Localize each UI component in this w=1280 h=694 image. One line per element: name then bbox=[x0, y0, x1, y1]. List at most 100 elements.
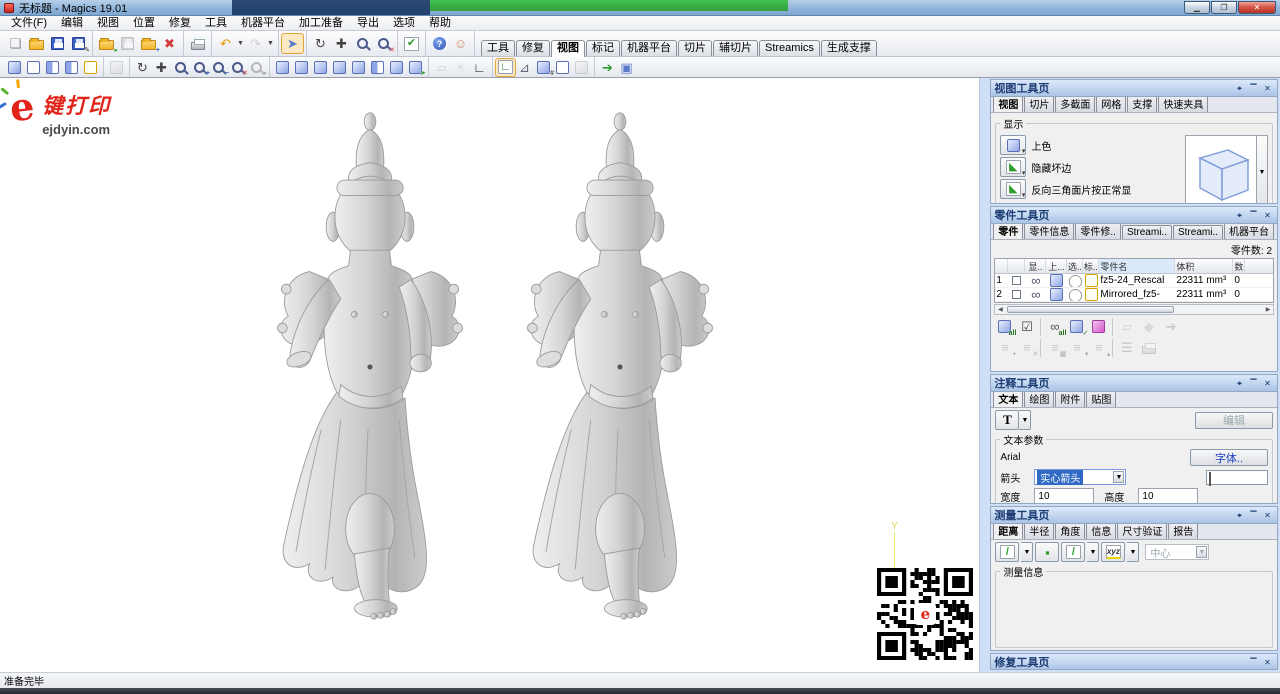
menu-帮助[interactable]: 帮助 bbox=[422, 16, 458, 30]
open-file-icon[interactable] bbox=[26, 34, 47, 53]
view-back-icon[interactable] bbox=[292, 59, 311, 76]
export-part-icon[interactable]: ➔ bbox=[1160, 317, 1181, 336]
maximize-button[interactable]: ❐ bbox=[1211, 1, 1237, 14]
statue-models[interactable] bbox=[0, 78, 980, 672]
measure-point-point-icon-dropdown[interactable]: ▼ bbox=[1021, 542, 1033, 562]
measure-tab-信息[interactable]: 信息 bbox=[1086, 524, 1116, 539]
ghost-cube-toggle-icon[interactable] bbox=[572, 59, 591, 76]
scroll-right-icon[interactable]: ▶ bbox=[1263, 306, 1273, 313]
triangle-mode-icon[interactable] bbox=[81, 59, 100, 76]
menu-修复[interactable]: 修复 bbox=[162, 16, 198, 30]
shade-cube-icon-dropdown[interactable]: ▾ bbox=[1022, 147, 1026, 155]
menu-加工准备[interactable]: 加工准备 bbox=[292, 16, 350, 30]
print-icon[interactable] bbox=[187, 34, 208, 53]
view-top-icon[interactable] bbox=[349, 59, 368, 76]
measure-tab-角度[interactable]: 角度 bbox=[1055, 524, 1085, 539]
annotation-color-swatch[interactable] bbox=[1206, 470, 1268, 485]
close-icon[interactable]: ✕ bbox=[1261, 210, 1274, 221]
ribbon-tab-标记[interactable]: 标记 bbox=[586, 40, 620, 56]
select-all-icon[interactable]: all bbox=[994, 317, 1015, 336]
save-part-as-icon[interactable]: + bbox=[138, 34, 159, 53]
ribbon-tab-Streamics[interactable]: Streamics bbox=[759, 40, 820, 56]
rotate-view-icon[interactable]: ↻ bbox=[310, 34, 331, 53]
ribbon-tab-切片[interactable]: 切片 bbox=[678, 40, 712, 56]
view-iso-icon[interactable] bbox=[387, 59, 406, 76]
part-checkbox[interactable] bbox=[1012, 276, 1021, 285]
part-tag-icon[interactable] bbox=[1084, 288, 1098, 301]
measure-line-icon-dropdown[interactable]: ▼ bbox=[1087, 542, 1099, 562]
measure-line-icon[interactable]: / bbox=[1061, 542, 1085, 562]
hide-bad-edges-icon[interactable]: ◣▾ bbox=[1000, 157, 1026, 177]
view-right-icon[interactable] bbox=[330, 59, 349, 76]
ribbon-tab-视图[interactable]: 视图 bbox=[551, 40, 585, 57]
platform-toggle-icon[interactable]: ▱ bbox=[432, 59, 451, 76]
unload-part-icon[interactable]: ✖ bbox=[159, 34, 180, 53]
bounding-box-icon[interactable] bbox=[107, 59, 126, 76]
view-tab-网格[interactable]: 网格 bbox=[1096, 97, 1126, 112]
menu-导出[interactable]: 导出 bbox=[350, 16, 386, 30]
view-bottom-icon[interactable] bbox=[368, 59, 387, 76]
close-icon[interactable]: ✕ bbox=[1261, 83, 1274, 94]
list-props-icon[interactable]: ☰ bbox=[1116, 338, 1137, 357]
marking-icon[interactable]: ✔ bbox=[401, 34, 422, 53]
view-tab-视图[interactable]: 视图 bbox=[993, 97, 1023, 113]
annotations-tab-绘图[interactable]: 绘图 bbox=[1024, 392, 1054, 407]
scroll-thumb[interactable] bbox=[1007, 306, 1174, 313]
part-checkbox[interactable] bbox=[1012, 290, 1021, 299]
close-icon[interactable]: ✕ bbox=[1261, 510, 1274, 521]
ribbon-tab-工具[interactable]: 工具 bbox=[481, 40, 515, 56]
list-delete-icon[interactable]: ≡✕ bbox=[1016, 338, 1037, 357]
undo-icon-dropdown[interactable]: ▼ bbox=[236, 34, 245, 53]
part-visible-icon[interactable]: ∞ bbox=[1026, 288, 1045, 301]
wire-cube-toggle-icon[interactable] bbox=[553, 59, 572, 76]
view-left-icon[interactable] bbox=[311, 59, 330, 76]
parts-tab-Streami[interactable]: Streami.. bbox=[1173, 225, 1223, 239]
link-icon[interactable]: ▪ bbox=[1035, 542, 1059, 562]
list-group-icon[interactable]: ≡▦ bbox=[1044, 338, 1065, 357]
close-button[interactable]: ✕ bbox=[1238, 1, 1276, 14]
part-visible-icon[interactable]: ∞ bbox=[1026, 274, 1045, 287]
list-down-icon[interactable]: ≡▾ bbox=[1066, 338, 1087, 357]
part-shade-icon[interactable] bbox=[1047, 274, 1066, 287]
pin-icon[interactable]: ⌖ bbox=[1233, 83, 1246, 94]
part-row-Mirrored_fz5-[interactable]: 2∞◯Mirrored_fz5-22311 mm³0 bbox=[995, 288, 1273, 302]
collapse-icon[interactable]: ▔ bbox=[1247, 510, 1260, 521]
part-list-table[interactable]: 显..上...选..标..零件名体积数1∞◯fz5-24_Rescal22311… bbox=[994, 258, 1274, 303]
assistant-icon[interactable]: ☺ bbox=[450, 34, 471, 53]
new-document-icon[interactable]: ❏ bbox=[5, 34, 26, 53]
view-tab-快速夹具[interactable]: 快速夹具 bbox=[1158, 97, 1208, 112]
to-platform-icon[interactable]: ▱ bbox=[1116, 317, 1137, 336]
pan-view-icon[interactable]: ✚ bbox=[331, 34, 352, 53]
view-iso-rear-icon[interactable]: ➤ bbox=[406, 59, 425, 76]
annotations-tab-贴图[interactable]: 贴图 bbox=[1086, 392, 1116, 407]
view-tab-支撑[interactable]: 支撑 bbox=[1127, 97, 1157, 112]
width-input[interactable] bbox=[1034, 488, 1094, 503]
parts-tab-零件[interactable]: 零件 bbox=[993, 224, 1023, 240]
save-icon[interactable] bbox=[47, 34, 68, 53]
parts-tab-Streami[interactable]: Streami.. bbox=[1122, 225, 1172, 239]
zoom-view-icon[interactable] bbox=[352, 34, 373, 53]
part-shade-icon[interactable] bbox=[1047, 288, 1066, 301]
annotations-tab-文本[interactable]: 文本 bbox=[993, 392, 1023, 408]
3d-viewport[interactable]: e 键打印 ejdyin.com Y e bbox=[0, 78, 980, 672]
arrow-style-select[interactable]: 实心箭头 ▼ bbox=[1034, 469, 1126, 485]
part-row-fz5-24_Rescal[interactable]: 1∞◯fz5-24_Rescal22311 mm³0 bbox=[995, 274, 1273, 288]
menu-机器平台[interactable]: 机器平台 bbox=[234, 16, 292, 30]
shade-wire-mode-icon[interactable] bbox=[43, 59, 62, 76]
load-part-icon[interactable]: ▸ bbox=[96, 34, 117, 53]
view-tab-切片[interactable]: 切片 bbox=[1024, 97, 1054, 112]
light-toggle-icon[interactable]: ☀ bbox=[451, 59, 470, 76]
unzoom-icon[interactable]: ✕ bbox=[228, 59, 247, 76]
ribbon-tab-生成支撑[interactable]: 生成支撑 bbox=[821, 40, 877, 56]
edit-annotation-button[interactable]: 编辑 bbox=[1195, 412, 1273, 429]
save-part-icon[interactable] bbox=[117, 34, 138, 53]
parts-tab-零件信息[interactable]: 零件信息 bbox=[1024, 224, 1074, 239]
scroll-left-icon[interactable]: ◀ bbox=[995, 306, 1005, 313]
menu-位置[interactable]: 位置 bbox=[126, 16, 162, 30]
menu-视图[interactable]: 视图 bbox=[90, 16, 126, 30]
axes-toggle-icon[interactable]: ∟ bbox=[496, 59, 515, 76]
inverted-triangles-icon-dropdown[interactable]: ▾ bbox=[1022, 191, 1026, 199]
menu-选项[interactable]: 选项 bbox=[386, 16, 422, 30]
zoom-window-icon[interactable] bbox=[171, 59, 190, 76]
measure-tab-尺寸验证[interactable]: 尺寸验证 bbox=[1117, 524, 1167, 539]
